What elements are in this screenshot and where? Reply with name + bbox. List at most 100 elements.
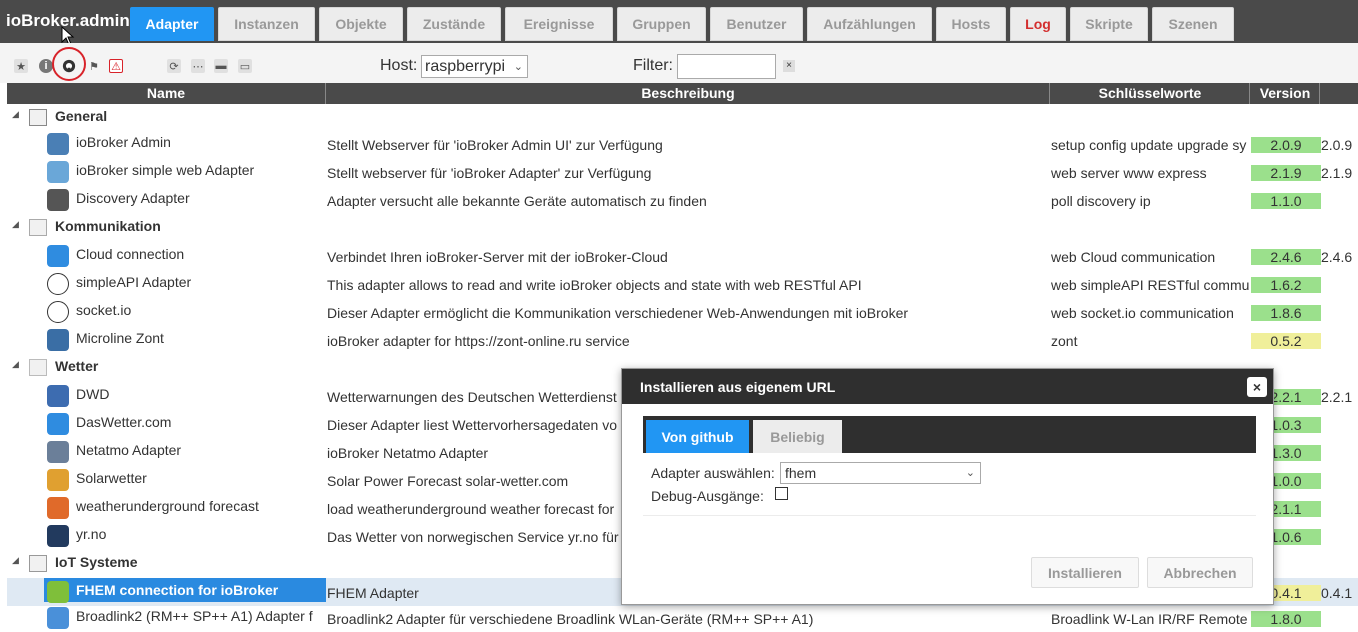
user-icon[interactable]: ⚠ xyxy=(109,59,123,73)
tab-skripte[interactable]: Skripte xyxy=(1070,7,1148,41)
collapse-triangle-icon[interactable]: ◢ xyxy=(12,219,19,230)
folder-closed-icon[interactable]: ▬ xyxy=(214,59,228,73)
adapter-name: Broadlink2 (RM++ SP++ A1) Adapter f xyxy=(76,608,313,624)
folder-group-icon xyxy=(29,109,47,126)
adapter-name: Netatmo Adapter xyxy=(76,442,182,458)
group-name: Kommunikation xyxy=(55,218,161,234)
adapter-description: Stellt Webserver für 'ioBroker Admin UI'… xyxy=(327,137,663,153)
table-row[interactable]: Broadlink2 (RM++ SP++ A1) Adapter f Broad… xyxy=(7,604,1358,632)
dialog-title: Installieren aus eigenem URL xyxy=(640,379,836,395)
adapter-name: socket.io xyxy=(76,302,132,318)
collapse-triangle-icon[interactable]: ◢ xyxy=(12,555,19,566)
broadlink-icon xyxy=(47,607,69,629)
filter-input[interactable] xyxy=(677,54,776,79)
adapter-name: DasWetter.com xyxy=(76,414,172,430)
divider xyxy=(643,515,1256,516)
tab-gruppen[interactable]: Gruppen xyxy=(617,7,706,41)
tab-ereignisse[interactable]: Ereignisse xyxy=(505,7,613,41)
table-row[interactable]: socket.io Dieser Adapter ermöglicht die K… xyxy=(7,298,1358,326)
installed-version: 2.4.6 xyxy=(1321,249,1353,265)
tab-szenen[interactable]: Szenen xyxy=(1152,7,1234,41)
adapter-keywords: web simpleAPI RESTful commur xyxy=(1051,277,1250,293)
folder-group-icon xyxy=(29,219,47,236)
list-icon[interactable]: ⋯ xyxy=(191,59,205,73)
adapter-version: 2.1.9 xyxy=(1251,165,1321,181)
adapter-description: Adapter versucht alle bekannte Geräte au… xyxy=(327,193,707,209)
host-select-value: raspberrypi xyxy=(425,58,506,75)
adapter-description: Stellt webserver für 'ioBroker Adapter' … xyxy=(327,165,652,181)
tab-aufzaehlungen[interactable]: Aufzählungen xyxy=(807,7,932,41)
adapter-name: ioBroker Admin xyxy=(76,134,171,150)
group-row[interactable]: ◢ General xyxy=(7,104,1358,132)
adapter-description: Dieser Adapter ermöglicht die Kommunikat… xyxy=(327,305,909,321)
table-row[interactable]: simpleAPI Adapter This adapter allows to … xyxy=(7,270,1358,298)
cloud-icon xyxy=(47,245,69,267)
adapter-version: 2.0.9 xyxy=(1251,137,1321,153)
info-icon[interactable]: i xyxy=(39,59,53,73)
tab-objekte[interactable]: Objekte xyxy=(319,7,403,41)
tab-benutzer[interactable]: Benutzer xyxy=(710,7,803,41)
close-icon[interactable]: × xyxy=(1247,377,1267,397)
flag-icon[interactable]: ⚑ xyxy=(87,59,101,73)
install-button[interactable]: Installieren xyxy=(1031,557,1139,588)
weather-icon xyxy=(47,413,69,435)
collapse-triangle-icon[interactable]: ◢ xyxy=(12,109,19,120)
adapter-version: 1.8.0 xyxy=(1251,611,1321,627)
adapter-select-label: Adapter auswählen: xyxy=(651,465,775,481)
table-row[interactable]: Microline Zont ioBroker adapter for https… xyxy=(7,326,1358,354)
table-row[interactable]: Cloud connection Verbindet Ihren ioBroker… xyxy=(7,242,1358,270)
column-header-installed[interactable] xyxy=(1321,83,1358,104)
group-name: IoT Systeme xyxy=(55,554,138,570)
group-name: Wetter xyxy=(55,358,99,374)
column-header-description[interactable]: Beschreibung xyxy=(327,83,1050,104)
adapter-version: 1.6.2 xyxy=(1251,277,1321,293)
table-row[interactable]: ioBroker simple web Adapter Stellt webser… xyxy=(7,158,1358,186)
adapter-version: 1.8.6 xyxy=(1251,305,1321,321)
adapter-select[interactable]: fhem ⌄ xyxy=(780,462,981,484)
folder-group-icon xyxy=(29,359,47,376)
adapter-keywords: web socket.io communication xyxy=(1051,305,1234,321)
column-header-name[interactable]: Name xyxy=(7,83,326,104)
collapse-triangle-icon[interactable]: ◢ xyxy=(12,359,19,370)
star-icon[interactable]: ★ xyxy=(14,59,28,73)
host-select[interactable]: raspberrypi ⌄ xyxy=(421,55,528,78)
refresh-icon[interactable]: ⟳ xyxy=(167,59,181,73)
web-icon xyxy=(47,161,69,183)
tab-beliebig[interactable]: Beliebig xyxy=(753,420,842,453)
adapter-keywords: web server www express xyxy=(1051,165,1207,181)
installed-version: 0.4.1 xyxy=(1321,585,1353,601)
column-header-version[interactable]: Version xyxy=(1251,83,1320,104)
adapter-select-value: fhem xyxy=(785,465,817,481)
adapter-description: This adapter allows to read and write io… xyxy=(327,277,862,293)
zont-icon xyxy=(47,329,69,351)
sun-icon xyxy=(47,469,69,491)
tab-adapter[interactable]: Adapter xyxy=(130,7,214,41)
folder-open-icon[interactable]: ▭ xyxy=(238,59,252,73)
column-header-keywords[interactable]: Schlüsselworte xyxy=(1051,83,1250,104)
host-label: Host: xyxy=(380,57,418,74)
netatmo-icon xyxy=(47,441,69,463)
group-row[interactable]: ◢ Kommunikation xyxy=(7,214,1358,242)
clear-filter-icon[interactable]: × xyxy=(783,60,795,72)
table-row[interactable]: Discovery Adapter Adapter versucht alle b… xyxy=(7,186,1358,214)
tab-log[interactable]: Log xyxy=(1010,7,1066,41)
adapter-name: Cloud connection xyxy=(76,246,185,262)
table-header: Name Beschreibung Schlüsselworte Version xyxy=(7,83,1358,104)
installed-version: 2.2.1 xyxy=(1321,389,1353,405)
debug-output-label: Debug-Ausgänge: xyxy=(651,488,764,504)
folder-group-icon xyxy=(29,555,47,572)
tab-von-github[interactable]: Von github xyxy=(646,420,749,453)
tab-zustaende[interactable]: Zustände xyxy=(407,7,501,41)
adapter-description: ioBroker adapter for https://zont-online… xyxy=(327,333,630,349)
adapter-name: ioBroker simple web Adapter xyxy=(76,162,255,178)
group-name: General xyxy=(55,108,108,124)
cancel-button[interactable]: Abbrechen xyxy=(1147,557,1253,588)
install-from-url-dialog: Installieren aus eigenem URL × Von githu… xyxy=(621,368,1274,605)
debug-output-checkbox[interactable] xyxy=(775,487,788,500)
tab-instanzen[interactable]: Instanzen xyxy=(218,7,315,41)
gear-icon xyxy=(47,133,69,155)
table-row[interactable]: ioBroker Admin Stellt Webserver für 'ioBr… xyxy=(7,130,1358,158)
adapter-name: weatherunderground forecast xyxy=(76,498,259,514)
tab-hosts[interactable]: Hosts xyxy=(936,7,1006,41)
adapter-name: FHEM connection for ioBroker xyxy=(76,582,279,598)
